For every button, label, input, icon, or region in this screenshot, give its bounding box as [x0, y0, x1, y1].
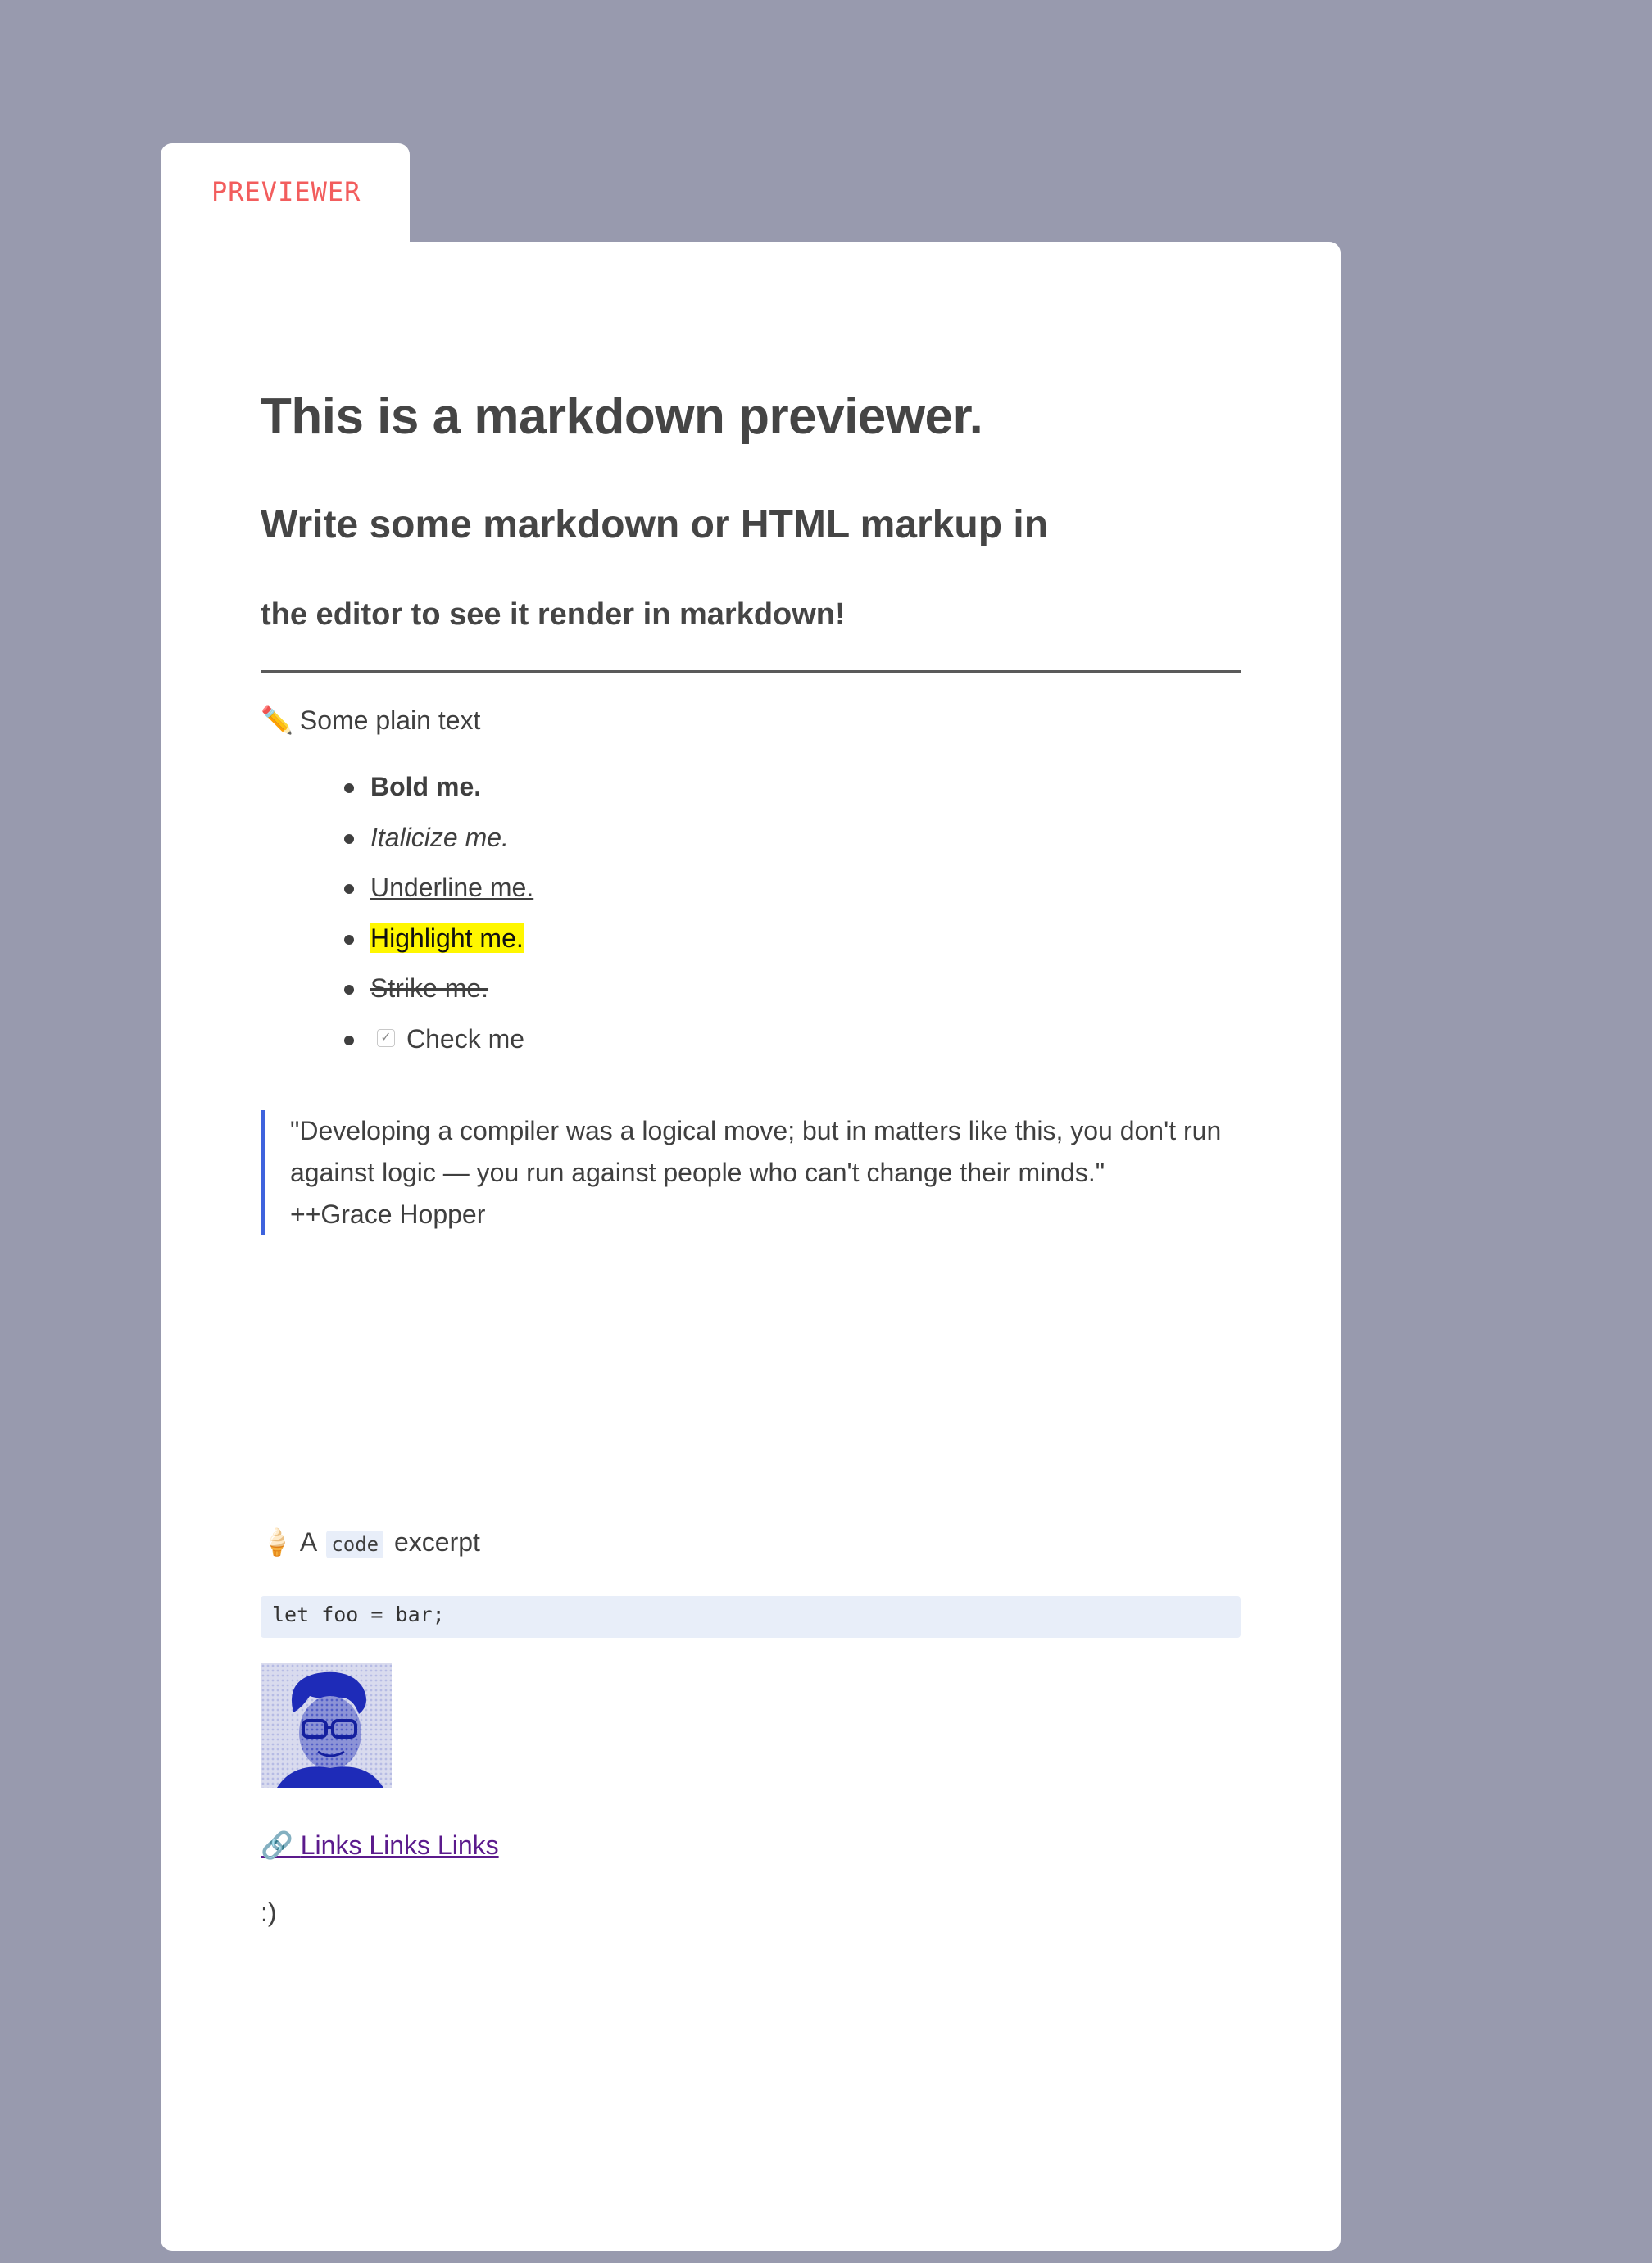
heading-3: the editor to see it render in markdown! — [261, 597, 846, 632]
code-line-suffix: excerpt — [394, 1527, 480, 1557]
check-text: Check me — [406, 1023, 525, 1054]
highlight-text: Highlight me. — [370, 923, 524, 953]
plain-text: Some plain text — [299, 705, 481, 735]
underline-text: Underline me. — [370, 873, 534, 902]
bold-text: Bold me. — [370, 772, 482, 801]
links-label: Links Links Links — [300, 1830, 499, 1860]
heading-2: Write some markdown or HTML markup in — [261, 503, 1049, 546]
heading-1: This is a markdown previewer. — [261, 388, 983, 445]
list-item-highlight: Highlight me. — [343, 918, 533, 968]
previewer-tab-label: PREVIEWER — [211, 176, 361, 207]
links-link[interactable]: 🔗 Links Links Links — [261, 1830, 499, 1861]
smile-text: :) — [261, 1898, 277, 1927]
list-item-bold: Bold me. — [343, 766, 533, 817]
blockquote-text: "Developing a compiler was a logical mov… — [290, 1110, 1232, 1236]
list-item-strike: Strike me. — [343, 968, 533, 1018]
pencil-icon: ✏️ — [261, 705, 293, 735]
quote-body: "Developing a compiler was a logical mov… — [290, 1116, 1222, 1187]
code-line-prefix: A — [299, 1527, 316, 1557]
list-item-check: ✓ Check me — [343, 1018, 533, 1069]
blockquote: "Developing a compiler was a logical mov… — [261, 1110, 1246, 1235]
code-block: let foo = bar; — [261, 1596, 1241, 1638]
code-block-text: let foo = bar; — [272, 1603, 445, 1626]
checkbox-icon[interactable]: ✓ — [377, 1029, 395, 1048]
horizontal-rule — [261, 670, 1241, 673]
preview-panel: This is a markdown previewer. Write some… — [161, 242, 1341, 2251]
code-excerpt-line: 🍦 A code excerpt — [261, 1526, 480, 1558]
previewer-tab[interactable]: PREVIEWER — [161, 143, 410, 246]
avatar-image — [261, 1663, 392, 1788]
italic-text: Italicize me. — [370, 822, 509, 852]
list-item-italic: Italicize me. — [343, 817, 533, 868]
strike-text: Strike me. — [370, 973, 489, 1003]
formatting-list: Bold me. Italicize me. Underline me. Hig… — [343, 766, 534, 1069]
link-icon: 🔗 — [261, 1830, 293, 1860]
quote-attribution: ++Grace Hopper — [290, 1200, 486, 1229]
list-item-underline: Underline me. — [343, 867, 534, 918]
inline-code: code — [326, 1531, 384, 1558]
ice-cream-icon: 🍦 — [261, 1527, 293, 1557]
plain-text-line: ✏️ Some plain text — [261, 705, 480, 736]
